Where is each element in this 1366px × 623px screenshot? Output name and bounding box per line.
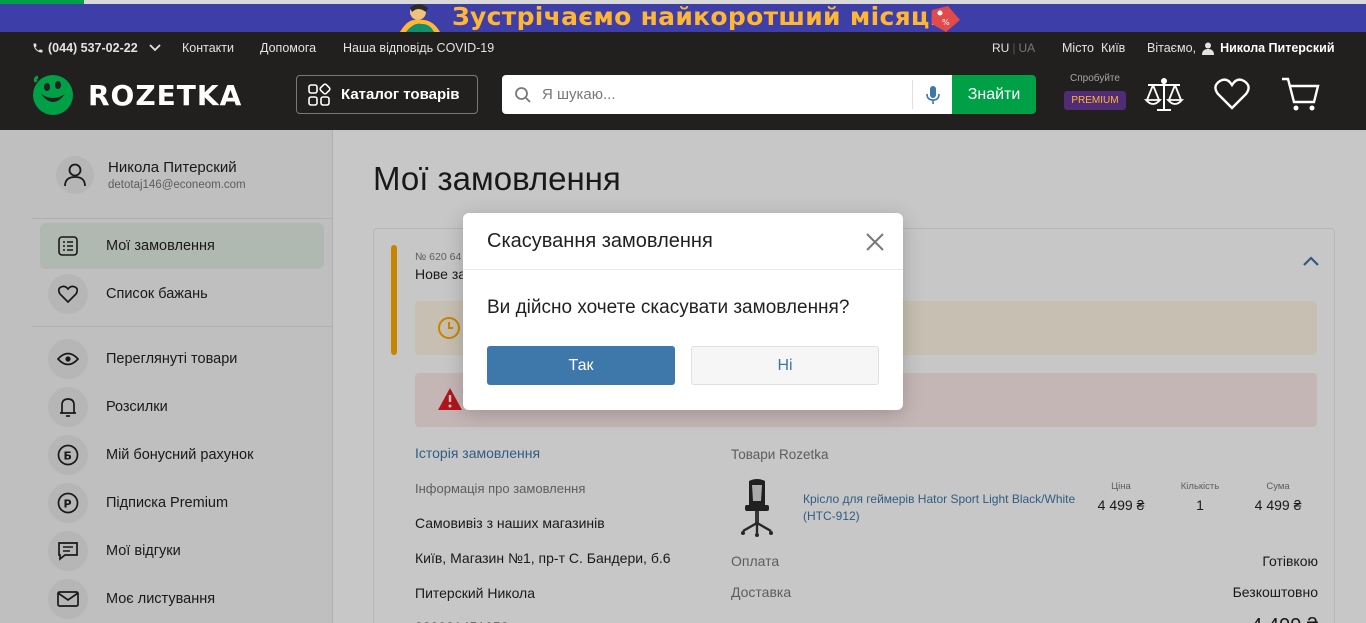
compare-button[interactable] — [1142, 73, 1186, 115]
city-selector[interactable]: Місто Київ — [1062, 41, 1125, 55]
user-greeting[interactable]: Вітаємо, Никола Питерский — [1147, 41, 1335, 55]
voice-search-button[interactable] — [912, 80, 952, 109]
promo-text: Зустрічаємо найкоротший місяць — [452, 2, 946, 31]
confirm-cancel-button[interactable]: Так — [487, 346, 675, 385]
contacts-link[interactable]: Контакти — [182, 41, 234, 55]
search-icon — [515, 86, 531, 103]
cart-icon — [1282, 77, 1320, 111]
chevron-down-icon — [149, 44, 161, 52]
phone-number: (044) 537-02-22 — [48, 41, 138, 55]
rozetka-smile-logo-icon — [33, 75, 73, 115]
promo-banner[interactable]: Зустрічаємо найкоротший місяць % — [0, 0, 1366, 32]
covid-link[interactable]: Наша відповідь COVID-19 — [343, 41, 494, 55]
svg-text:%: % — [942, 18, 950, 27]
catalog-label: Каталог товарів — [341, 86, 460, 103]
scales-compare-icon — [1144, 78, 1184, 111]
lang-ru[interactable]: RU — [992, 41, 1009, 55]
greeting-text: Вітаємо, — [1147, 41, 1197, 55]
phone-dropdown[interactable]: (044) 537-02-22 — [32, 41, 162, 55]
city-label: Місто — [1062, 41, 1094, 55]
logo-text: ROZETKA — [88, 78, 243, 112]
cancel-order-dialog: Скасування замовлення Ви дійсно хочете с… — [463, 213, 903, 410]
dialog-title: Скасування замовлення — [487, 230, 713, 252]
close-icon — [866, 233, 884, 251]
premium-promo[interactable]: Спробуйте PREMIUM — [1064, 73, 1126, 110]
search-bar: Знайти — [502, 75, 1036, 114]
search-input[interactable] — [542, 86, 902, 103]
microphone-icon — [925, 85, 940, 104]
phone-icon — [33, 43, 43, 53]
cart-button[interactable] — [1278, 73, 1322, 115]
wishlist-button[interactable] — [1210, 73, 1254, 115]
search-submit-button[interactable]: Знайти — [952, 75, 1036, 114]
greeting-user-name: Никола Питерский — [1220, 41, 1335, 55]
dialog-question: Ви дійсно хочете скасувати замовлення? — [487, 297, 850, 318]
decline-cancel-button[interactable]: Ні — [691, 346, 879, 385]
header-topbar: (044) 537-02-22 Контакти Допомога Наша в… — [0, 32, 1366, 64]
site-header: (044) 537-02-22 Контакти Допомога Наша в… — [0, 32, 1366, 130]
city-value: Київ — [1100, 41, 1126, 55]
catalog-button[interactable]: Каталог товарів — [296, 75, 478, 114]
premium-try-text: Спробуйте — [1070, 73, 1120, 84]
close-button[interactable] — [863, 230, 887, 254]
user-icon — [1202, 42, 1215, 55]
rozetka-logo[interactable]: ROZETKA — [32, 74, 242, 116]
catalog-grid-icon — [308, 82, 331, 106]
sale-tag-icon: % — [932, 6, 960, 32]
lang-ua[interactable]: UA — [1018, 41, 1035, 55]
premium-badge: PREMIUM — [1064, 91, 1126, 110]
help-link[interactable]: Допомога — [260, 41, 316, 55]
language-switcher: RU | UA — [992, 41, 1036, 55]
promo-figure-icon — [400, 4, 440, 32]
heart-icon — [1214, 78, 1250, 110]
